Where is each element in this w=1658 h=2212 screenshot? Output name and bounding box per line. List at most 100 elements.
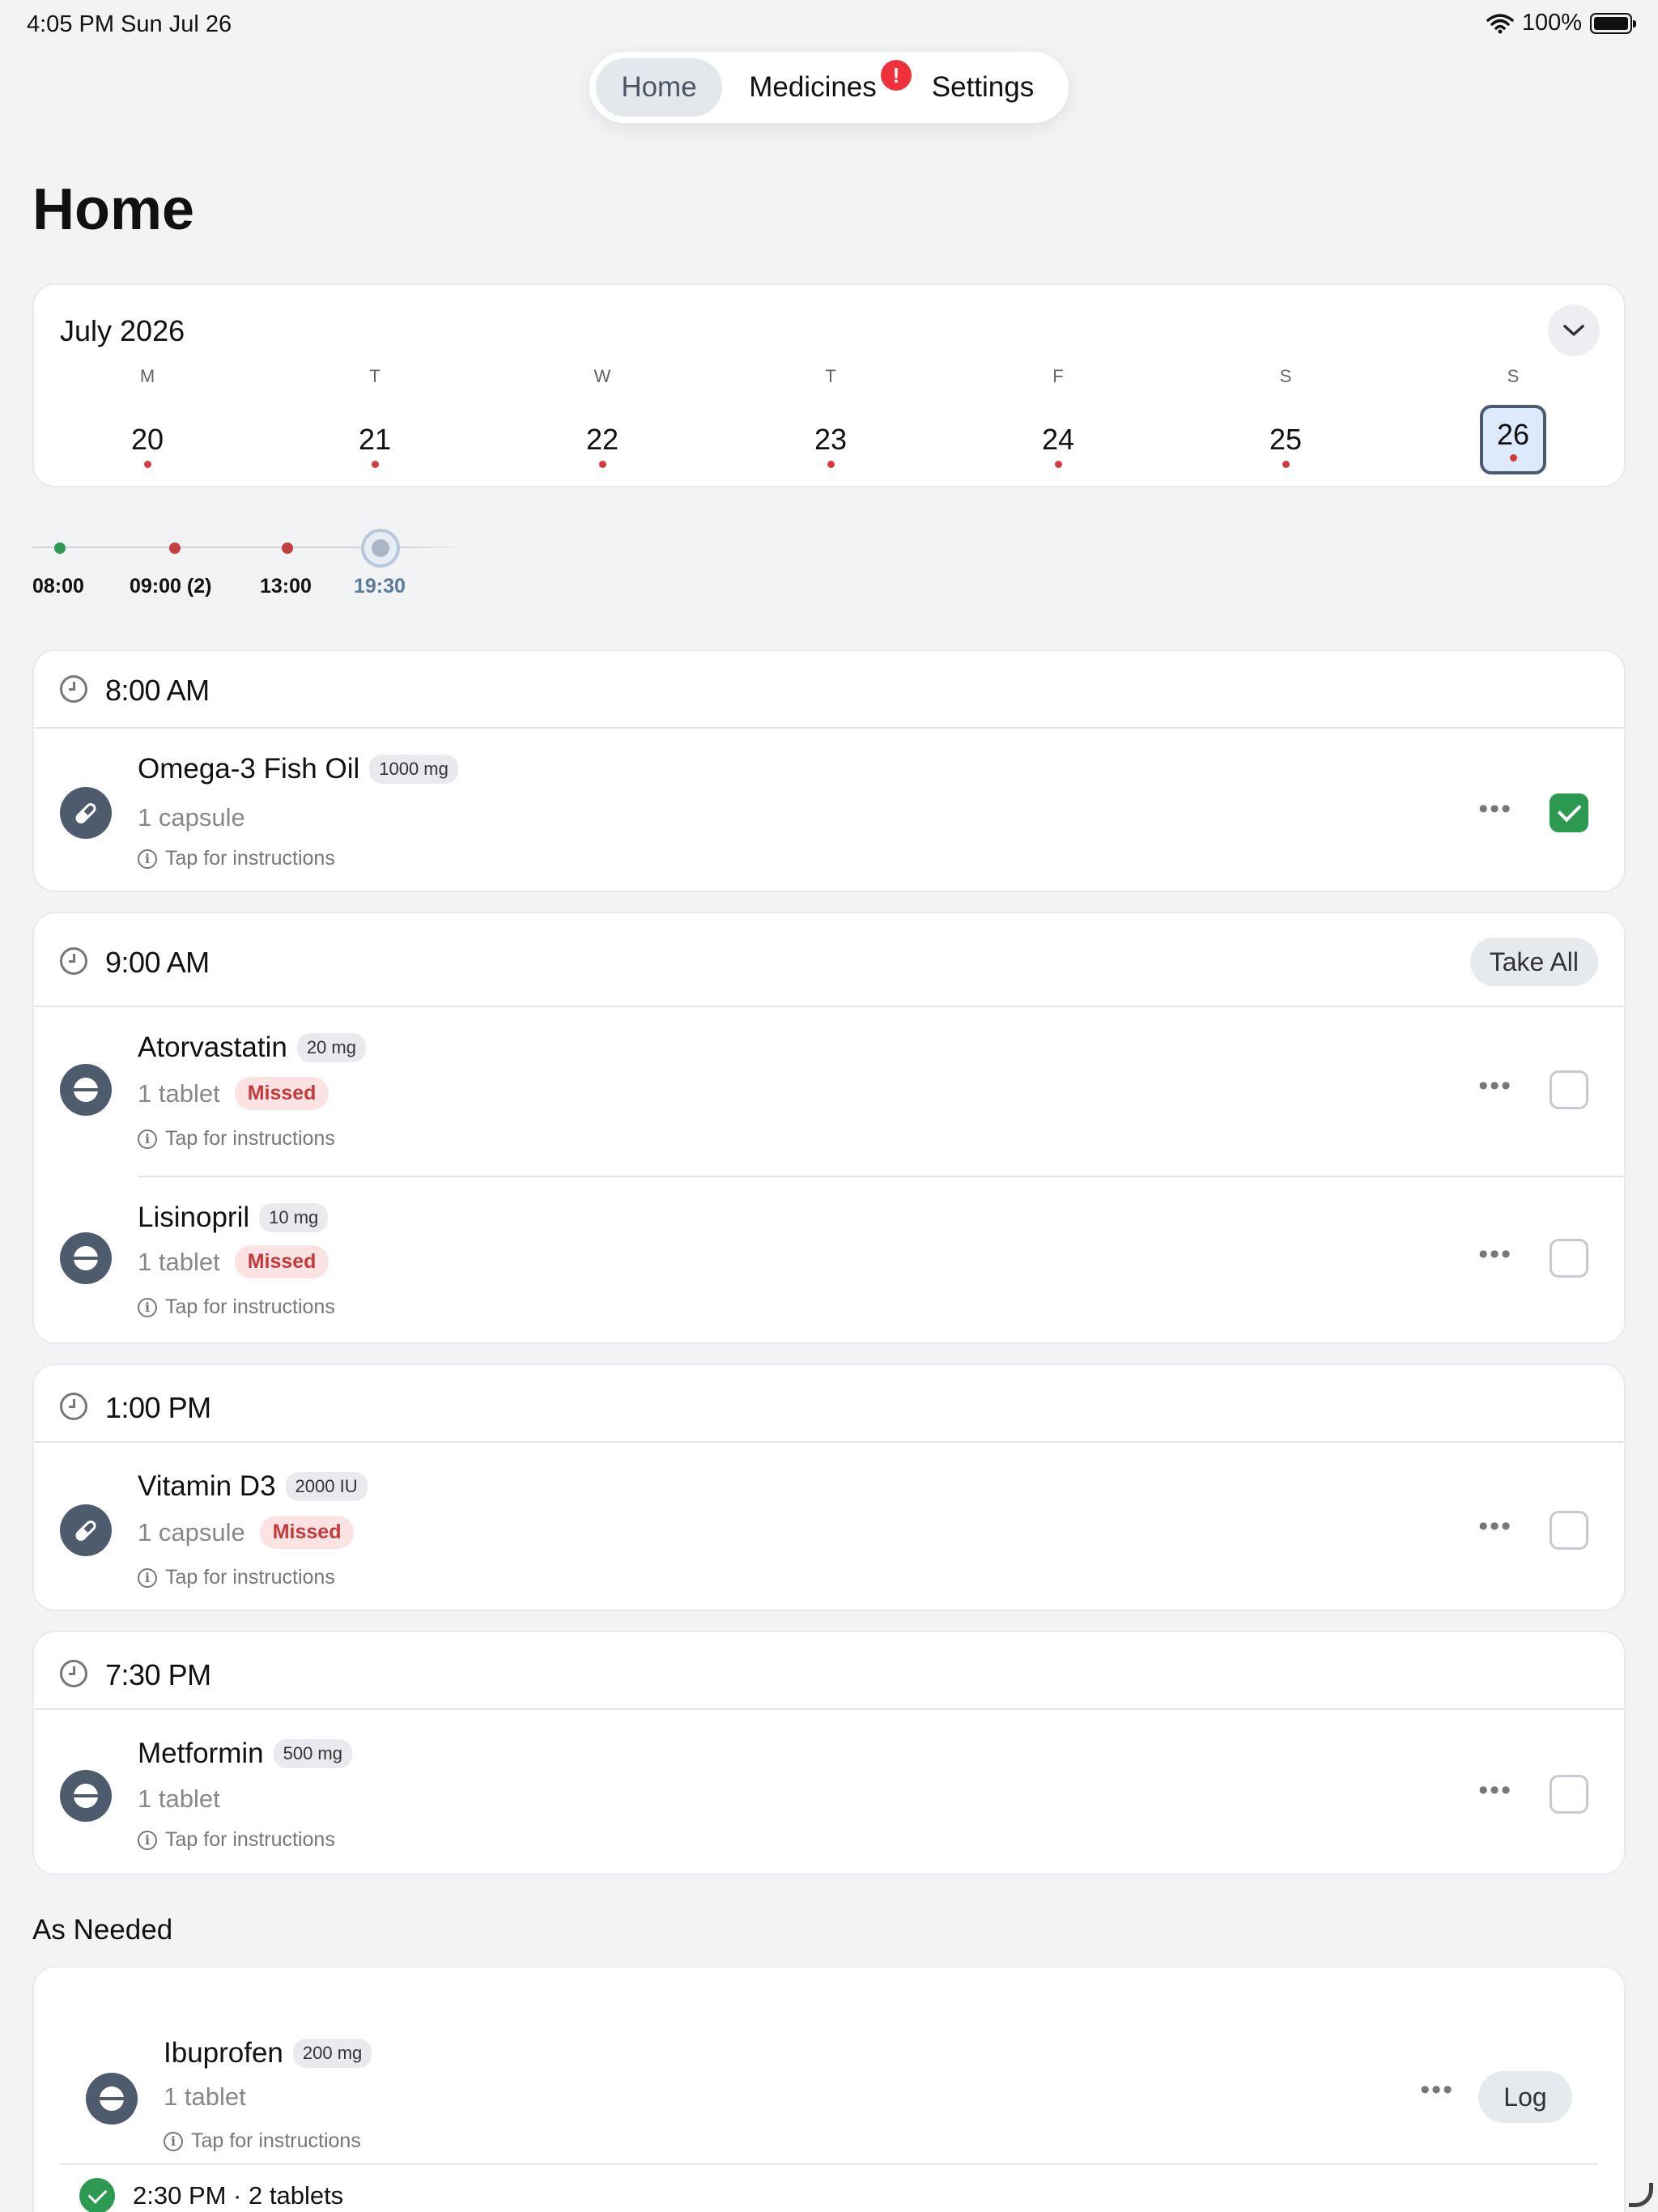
medication-row[interactable]: Lisinopril 10 mg 1 tablet Missed i Tap for … (34, 1177, 1624, 1346)
medication-name: Atorvastatin (138, 1032, 287, 1063)
more-options-icon[interactable]: ••• (1478, 1776, 1512, 1804)
expand-calendar-button[interactable] (1548, 304, 1600, 356)
dose-text: 1 capsule (138, 803, 245, 832)
take-all-button[interactable]: Take All (1469, 938, 1598, 986)
timeline-point-taken[interactable] (54, 542, 66, 554)
day-number: 20 (130, 423, 164, 456)
as-needed-title: As Needed (32, 1914, 173, 1946)
more-options-icon[interactable]: ••• (1420, 2076, 1454, 2104)
day-of-week: T (369, 366, 380, 386)
instructions-label: Tap for instructions (165, 847, 335, 870)
row-divider (60, 2163, 1598, 2165)
day-number: 23 (814, 423, 848, 456)
calendar-day[interactable]: W 22 (554, 366, 651, 479)
taken-checkbox[interactable] (1550, 1070, 1588, 1109)
dose-timeline: 08:00 09:00 (2) 13:00 19:30 (32, 518, 486, 607)
strength-tag: 200 mg (292, 2039, 372, 2068)
info-icon: i (138, 849, 157, 869)
more-options-icon[interactable]: ••• (1478, 795, 1512, 823)
log-dose-button[interactable]: Log (1478, 2071, 1572, 2123)
instructions-link[interactable]: i Tap for instructions (138, 1828, 335, 1852)
instructions-label: Tap for instructions (165, 1295, 335, 1318)
group-header: 7:30 PM (34, 1632, 1624, 1710)
strength-tag: 2000 IU (285, 1472, 368, 1501)
instructions-label: Tap for instructions (191, 2129, 361, 2152)
group-header: 8:00 AM (34, 651, 1624, 729)
timeline-label: 08:00 (32, 575, 84, 598)
missed-dot (143, 461, 151, 468)
missed-dot (1054, 461, 1062, 468)
missed-dot (598, 461, 606, 468)
tab-medicines-label: Medicines (749, 71, 877, 103)
medication-row[interactable]: Metformin 500 mg 1 tablet i Tap for instru… (34, 1710, 1624, 1878)
calendar-day[interactable]: M 20 (99, 366, 196, 479)
instructions-link[interactable]: i Tap for instructions (138, 1127, 335, 1151)
missed-dot (1282, 461, 1290, 468)
schedule-group: 8:00 AM Omega-3 Fish Oil 1000 mg 1 capsul… (32, 649, 1626, 892)
medication-row[interactable]: Ibuprofen 200 mg 1 tablet i Tap for instru… (34, 1987, 1624, 2165)
medication-row[interactable]: Omega-3 Fish Oil 1000 mg 1 capsule i Tap f… (34, 729, 1624, 897)
calendar-day[interactable]: F 24 (1010, 366, 1107, 479)
timeline-point-missed[interactable] (282, 542, 293, 554)
strength-tag: 20 mg (296, 1033, 366, 1062)
tablet-icon (60, 1064, 112, 1116)
tablet-icon (60, 1770, 112, 1822)
battery-percent: 100% (1521, 10, 1582, 36)
instructions-link[interactable]: i Tap for instructions (138, 1566, 335, 1589)
instructions-link[interactable]: i Tap for instructions (138, 1295, 335, 1319)
instructions-label: Tap for instructions (165, 1566, 335, 1589)
timeline-point-current[interactable] (361, 529, 400, 568)
info-icon: i (138, 1297, 157, 1317)
dose-text: 1 tablet (138, 1784, 220, 1813)
group-time: 9:00 AM (105, 946, 210, 979)
taken-checkbox[interactable] (1550, 1239, 1588, 1278)
taken-checkbox[interactable] (1550, 1775, 1588, 1814)
group-header: 1:00 PM (34, 1365, 1624, 1443)
medication-name: Metformin (138, 1738, 264, 1769)
week-calendar: July 2026 M 20 T 21 W 22 T 23 F 24 S 25 (32, 283, 1626, 487)
more-options-icon[interactable]: ••• (1478, 1072, 1512, 1100)
instructions-link[interactable]: i Tap for instructions (138, 847, 335, 870)
info-icon: i (138, 1568, 157, 1588)
tablet-icon (60, 1232, 112, 1284)
timeline-point-missed[interactable] (169, 542, 181, 554)
day-number: 25 (1269, 423, 1303, 456)
timeline-label-current: 19:30 (354, 575, 406, 598)
check-circle-icon (79, 2178, 115, 2212)
medication-name: Lisinopril (138, 1202, 250, 1233)
taken-checkbox[interactable] (1550, 793, 1588, 832)
medication-name: Omega-3 Fish Oil (138, 753, 360, 785)
instructions-label: Tap for instructions (165, 1828, 335, 1851)
as-needed-card: Ibuprofen 200 mg 1 tablet i Tap for instru… (32, 1966, 1626, 2212)
medication-row[interactable]: Atorvastatin 20 mg 1 tablet Missed i Tap fo… (34, 1007, 1624, 1176)
info-icon: i (138, 1129, 157, 1149)
main-nav: Home Medicines ! Settings (589, 52, 1069, 123)
taken-checkbox[interactable] (1550, 1511, 1588, 1550)
strength-tag: 10 mg (259, 1203, 329, 1232)
tab-medicines[interactable]: Medicines ! (722, 58, 912, 117)
instructions-link[interactable]: i Tap for instructions (164, 2129, 361, 2153)
missed-dot (371, 461, 379, 468)
missed-dot (827, 461, 835, 468)
day-of-week: S (1279, 366, 1292, 386)
calendar-day[interactable]: S 25 (1237, 366, 1334, 479)
day-number: 21 (358, 423, 392, 456)
group-time: 8:00 AM (105, 674, 210, 707)
capsule-icon (60, 787, 112, 839)
calendar-day-selected[interactable]: S 26 (1465, 366, 1562, 479)
missed-dot (1509, 454, 1517, 462)
calendar-day[interactable]: T 21 (326, 366, 423, 479)
tab-home[interactable]: Home (596, 58, 722, 117)
more-options-icon[interactable]: ••• (1478, 1512, 1512, 1540)
day-of-week: F (1052, 366, 1064, 386)
dose-text: 1 capsule (138, 1517, 245, 1546)
more-options-icon[interactable]: ••• (1478, 1240, 1512, 1268)
tab-settings[interactable]: Settings (903, 58, 1062, 117)
dose-text: 1 tablet (138, 1247, 220, 1276)
group-time: 7:30 PM (105, 1658, 211, 1691)
medication-row[interactable]: Vitamin D3 2000 IU 1 capsule Missed i Tap f… (34, 1443, 1624, 1611)
calendar-day[interactable]: T 23 (782, 366, 879, 479)
dose-text: 1 tablet (138, 1078, 220, 1108)
resize-handle-icon[interactable] (1629, 2183, 1653, 2207)
instructions-label: Tap for instructions (165, 1127, 335, 1150)
